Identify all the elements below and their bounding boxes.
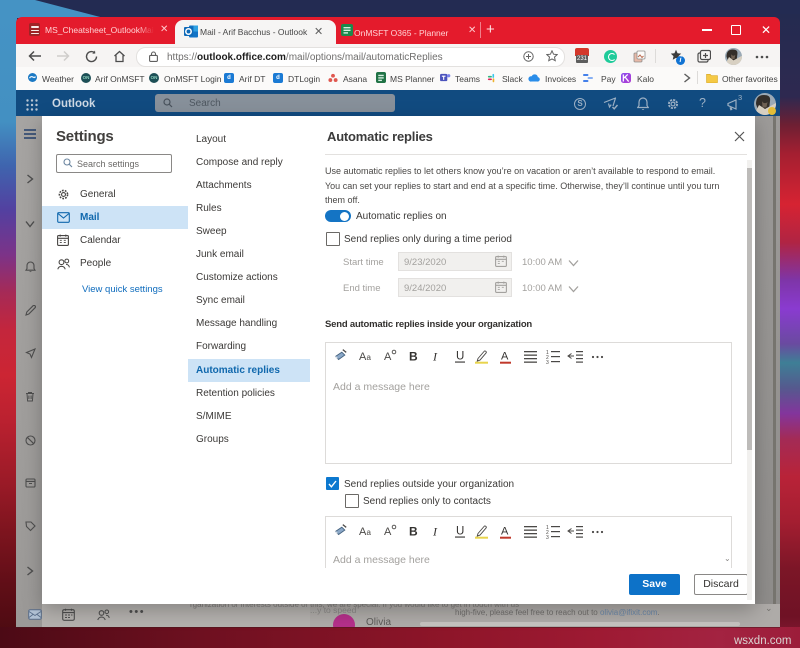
svg-text:I: I bbox=[432, 525, 438, 539]
svg-text:I: I bbox=[432, 350, 438, 364]
svg-text:U: U bbox=[456, 526, 464, 538]
svg-text:a: a bbox=[367, 528, 372, 537]
svg-text:A: A bbox=[384, 526, 392, 538]
svg-text:a: a bbox=[367, 353, 372, 362]
svg-text:A: A bbox=[501, 351, 509, 363]
svg-text:U: U bbox=[456, 351, 464, 363]
svg-text:B: B bbox=[409, 525, 418, 539]
svg-text:B: B bbox=[409, 350, 418, 364]
svg-text:A: A bbox=[384, 351, 392, 363]
svg-text:wsxdn.com: wsxdn.com bbox=[733, 635, 792, 647]
svg-text:A: A bbox=[501, 526, 509, 538]
svg-text:3: 3 bbox=[546, 360, 549, 365]
svg-text:3: 3 bbox=[546, 535, 549, 540]
